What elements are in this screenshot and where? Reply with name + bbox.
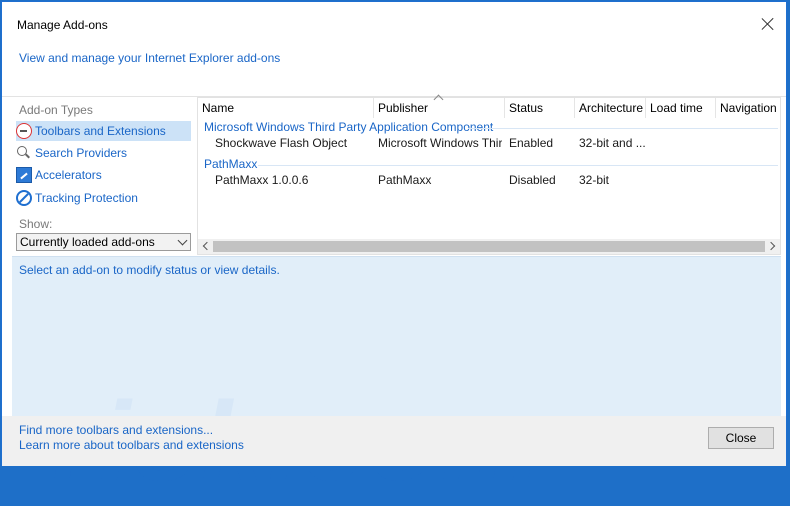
find-more-link[interactable]: Find more toolbars and extensions... bbox=[19, 423, 213, 437]
show-label: Show: bbox=[19, 217, 53, 231]
cell-publisher: PathMaxx bbox=[378, 173, 432, 187]
sidebar-item-label: Accelerators bbox=[35, 168, 102, 182]
column-header-name[interactable]: Name bbox=[198, 98, 374, 118]
column-header-label: Publisher bbox=[378, 101, 429, 115]
show-dropdown-value: Currently loaded add-ons bbox=[20, 235, 155, 249]
close-icon[interactable] bbox=[760, 16, 776, 32]
show-dropdown[interactable]: Currently loaded add-ons bbox=[16, 233, 191, 251]
scrollbar-thumb[interactable] bbox=[213, 241, 765, 252]
horizontal-scrollbar[interactable] bbox=[198, 239, 780, 254]
accelerator-icon bbox=[16, 167, 32, 183]
sidebar-item-label: Tracking Protection bbox=[35, 191, 138, 205]
close-button[interactable]: Close bbox=[708, 427, 774, 449]
cell-architecture: 32-bit and ... bbox=[579, 136, 645, 150]
learn-more-link[interactable]: Learn more about toolbars and extensions bbox=[19, 438, 244, 452]
search-icon bbox=[16, 145, 32, 161]
scroll-right-icon[interactable] bbox=[765, 239, 780, 254]
toolbar-extension-icon bbox=[16, 123, 32, 139]
group-divider bbox=[468, 128, 778, 129]
sidebar-item-accelerators[interactable]: Accelerators bbox=[16, 165, 191, 185]
header: View and manage your Internet Explorer a… bbox=[2, 36, 786, 97]
footer: Find more toolbars and extensions... Lea… bbox=[2, 416, 786, 466]
sidebar-item-label: Toolbars and Extensions bbox=[35, 124, 166, 138]
cell-name: PathMaxx 1.0.0.6 bbox=[215, 173, 309, 187]
column-header-navigation[interactable]: Navigation ... bbox=[716, 98, 780, 118]
group-header-pathmaxx: PathMaxx bbox=[204, 157, 258, 171]
addons-list: Name Publisher Status Architecture Load … bbox=[197, 94, 781, 255]
column-header-load-time[interactable]: Load time bbox=[646, 98, 716, 118]
cell-status: Enabled bbox=[509, 136, 554, 150]
chevron-down-icon bbox=[177, 235, 188, 246]
sidebar-item-search-providers[interactable]: Search Providers bbox=[16, 143, 191, 163]
cell-status: Disabled bbox=[509, 173, 556, 187]
details-text: Select an add-on to modify status or vie… bbox=[19, 263, 280, 277]
details-pane: Select an add-on to modify status or vie… bbox=[12, 256, 781, 504]
scroll-left-icon[interactable] bbox=[198, 239, 213, 254]
cell-architecture: 32-bit bbox=[579, 173, 610, 187]
column-header-architecture[interactable]: Architecture bbox=[575, 98, 646, 118]
addon-types-pane: Add-on Types Toolbars and Extensions Sea… bbox=[12, 97, 195, 255]
sidebar-item-tracking-protection[interactable]: Tracking Protection bbox=[16, 188, 191, 208]
group-divider bbox=[258, 165, 778, 166]
cell-name: Shockwave Flash Object bbox=[215, 136, 348, 150]
tracking-protection-icon bbox=[16, 190, 32, 206]
cell-publisher: Microsoft Windows Third... bbox=[378, 136, 502, 150]
table-row[interactable]: Shockwave Flash Object Microsoft Windows… bbox=[198, 134, 780, 154]
group-header-microsoft: Microsoft Windows Third Party Applicatio… bbox=[204, 120, 494, 134]
manage-addons-window: Manage Add-ons View and manage your Inte… bbox=[1, 1, 787, 504]
header-link: View and manage your Internet Explorer a… bbox=[19, 51, 281, 65]
window-title: Manage Add-ons bbox=[17, 18, 108, 32]
table-row[interactable]: PathMaxx 1.0.0.6 PathMaxx Disabled 32-bi… bbox=[198, 171, 780, 191]
sidebar-item-toolbars-extensions[interactable]: Toolbars and Extensions bbox=[16, 121, 191, 141]
column-header-status[interactable]: Status bbox=[505, 98, 575, 118]
addon-types-label: Add-on Types bbox=[19, 103, 93, 117]
sidebar-item-label: Search Providers bbox=[35, 146, 128, 160]
title-bar: Manage Add-ons bbox=[2, 2, 786, 36]
